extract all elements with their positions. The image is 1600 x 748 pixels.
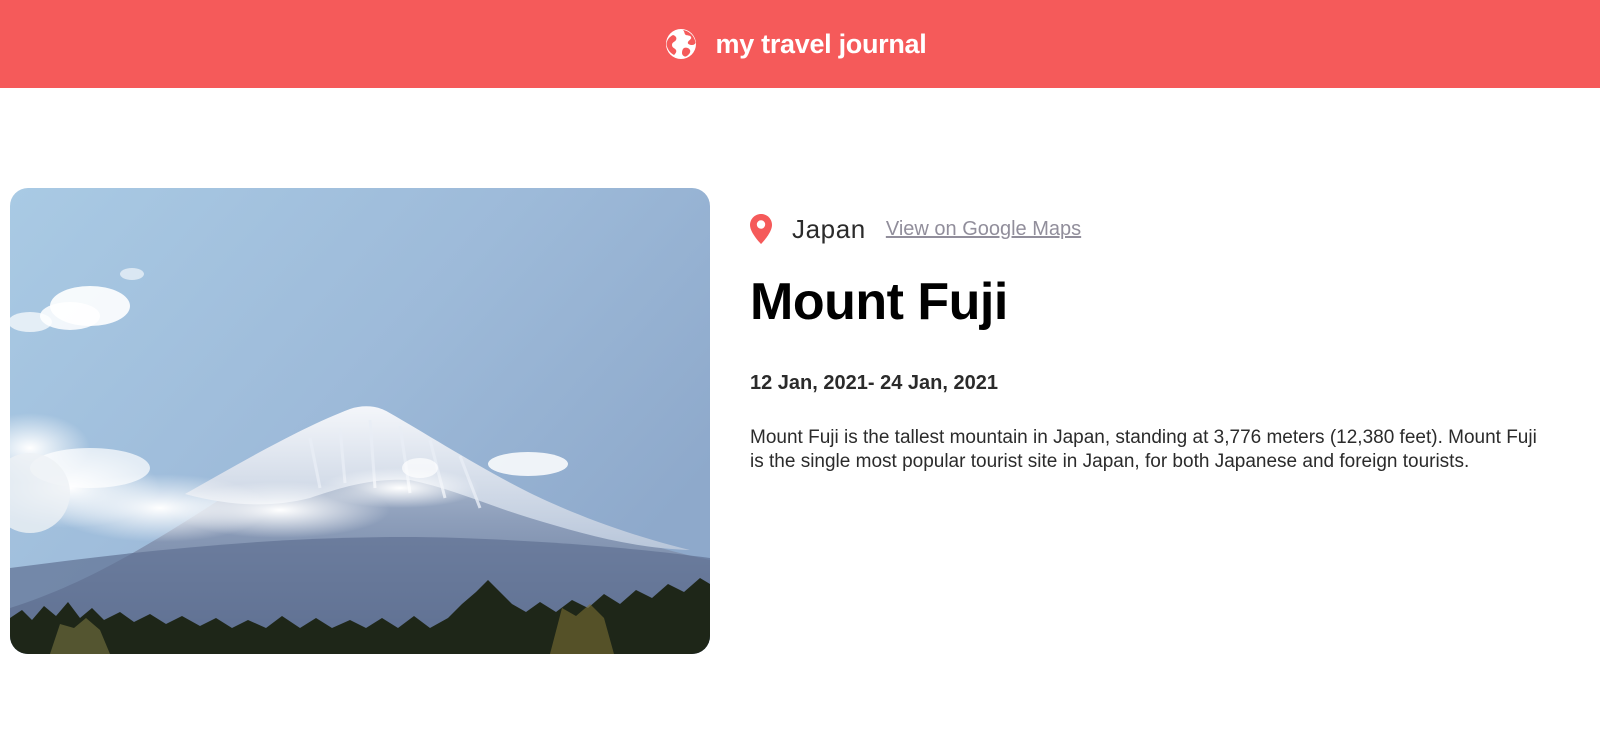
trip-dates: 12 Jan, 2021- 24 Jan, 2021: [750, 372, 998, 394]
mount-fuji-photo: [10, 188, 710, 654]
app-title: my travel journal: [715, 28, 927, 59]
google-maps-link[interactable]: View on Google Maps: [886, 218, 1081, 241]
location-row: Japan View on Google Maps: [750, 214, 1081, 244]
globe-icon: [665, 29, 696, 59]
entry-description: Mount Fuji is the tallest mountain in Ja…: [750, 427, 1537, 472]
entry-photo: [10, 188, 710, 654]
top-nav-bar: my travel journal: [0, 0, 1600, 88]
journal-entry-card: Japan View on Google Maps Mount Fuji 12 …: [10, 188, 1590, 654]
entry-title: Mount Fuji: [750, 273, 1008, 331]
location-name: Japan: [792, 213, 866, 244]
brand: my travel journal: [664, 27, 927, 61]
map-pin-icon: [750, 214, 772, 244]
